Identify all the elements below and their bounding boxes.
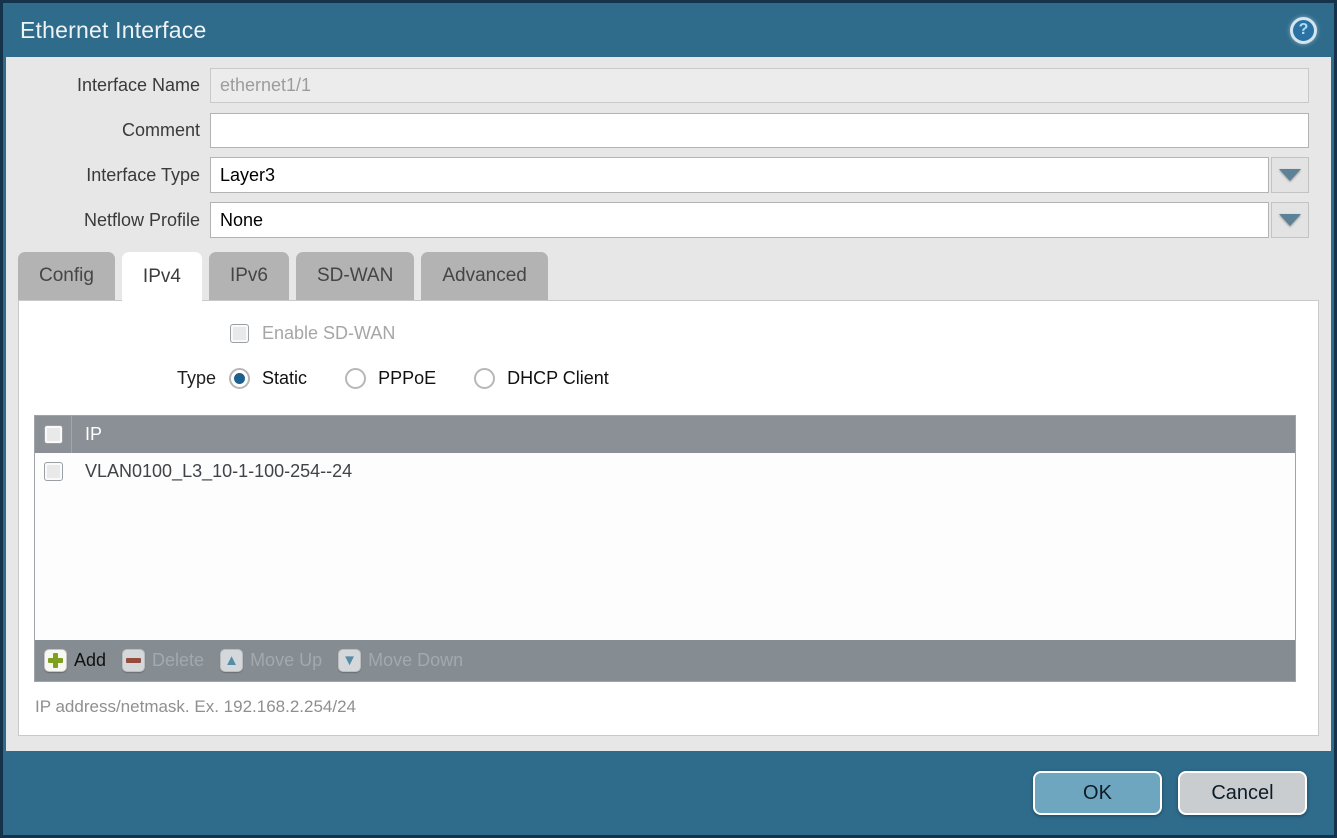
- plus-icon: [44, 649, 67, 672]
- interface-type-dropdown-button[interactable]: [1271, 157, 1309, 193]
- select-all-cell: [35, 416, 72, 453]
- table-toolbar: Add Delete ▲ Move Up ▼ Move Down: [35, 640, 1295, 681]
- radio-pppoe[interactable]: [345, 368, 366, 389]
- select-all-checkbox[interactable]: [44, 425, 63, 444]
- dialog-body: Interface Name Comment Interface Type La…: [6, 57, 1331, 751]
- tab-bar: Config IPv4 IPv6 SD-WAN Advanced: [18, 250, 1331, 300]
- ip-address-cell[interactable]: VLAN0100_L3_10-1-100-254--24: [72, 461, 352, 482]
- ip-address-table: IP VLAN0100_L3_10-1-100-254--24: [34, 415, 1296, 682]
- cancel-button[interactable]: Cancel: [1178, 771, 1307, 815]
- radio-dhcp-client[interactable]: [474, 368, 495, 389]
- interface-type-value[interactable]: Layer3: [210, 157, 1269, 193]
- row-checkbox[interactable]: [44, 462, 63, 481]
- help-icon[interactable]: ?: [1290, 17, 1317, 44]
- tab-ipv6[interactable]: IPv6: [209, 252, 289, 300]
- delete-button-label: Delete: [152, 650, 204, 671]
- ethernet-interface-dialog: Ethernet Interface ? Interface Name Comm…: [0, 0, 1337, 838]
- dialog-footer: OK Cancel: [6, 751, 1331, 835]
- arrow-up-icon: ▲: [220, 649, 243, 672]
- type-radio-group: Type Static PPPoE DHCP Client: [177, 368, 1318, 389]
- move-up-button-label: Move Up: [250, 650, 322, 671]
- row-checkbox-cell: [35, 462, 72, 481]
- netflow-profile-dropdown[interactable]: None: [210, 202, 1309, 238]
- ok-button[interactable]: OK: [1033, 771, 1162, 815]
- ip-table-header: IP: [35, 416, 1295, 453]
- table-row[interactable]: VLAN0100_L3_10-1-100-254--24: [35, 453, 1295, 489]
- enable-sdwan-label: Enable SD-WAN: [262, 323, 395, 344]
- chevron-down-icon: [1279, 169, 1301, 181]
- interface-type-label: Interface Type: [6, 165, 210, 186]
- netflow-profile-dropdown-button[interactable]: [1271, 202, 1309, 238]
- comment-row: Comment: [6, 112, 1331, 148]
- add-button[interactable]: Add: [44, 649, 106, 672]
- comment-label: Comment: [6, 120, 210, 141]
- ip-table-body: VLAN0100_L3_10-1-100-254--24: [35, 453, 1295, 640]
- dialog-title: Ethernet Interface: [20, 17, 206, 44]
- move-down-button-label: Move Down: [368, 650, 463, 671]
- dialog-frame: Ethernet Interface ? Interface Name Comm…: [3, 3, 1334, 835]
- enable-sdwan-row: Enable SD-WAN: [230, 323, 1318, 344]
- ipv4-tab-panel: Enable SD-WAN Type Static PPPoE DHCP Cli…: [18, 300, 1319, 736]
- interface-type-dropdown[interactable]: Layer3: [210, 157, 1309, 193]
- dialog-titlebar: Ethernet Interface ?: [6, 3, 1331, 57]
- tab-advanced[interactable]: Advanced: [421, 252, 548, 300]
- arrow-down-icon: ▼: [338, 649, 361, 672]
- delete-button[interactable]: Delete: [122, 649, 204, 672]
- chevron-down-icon: [1279, 214, 1301, 226]
- comment-field[interactable]: [210, 113, 1309, 148]
- tab-sdwan[interactable]: SD-WAN: [296, 252, 414, 300]
- netflow-profile-row: Netflow Profile None: [6, 202, 1331, 238]
- add-button-label: Add: [74, 650, 106, 671]
- move-down-button[interactable]: ▼ Move Down: [338, 649, 463, 672]
- interface-name-label: Interface Name: [6, 75, 210, 96]
- netflow-profile-value[interactable]: None: [210, 202, 1269, 238]
- radio-dhcp-client-label[interactable]: DHCP Client: [507, 368, 609, 389]
- radio-static[interactable]: [229, 368, 250, 389]
- tab-config[interactable]: Config: [18, 252, 115, 300]
- interface-name-field: [210, 68, 1309, 103]
- enable-sdwan-checkbox[interactable]: [230, 324, 249, 343]
- interface-type-row: Interface Type Layer3: [6, 157, 1331, 193]
- move-up-button[interactable]: ▲ Move Up: [220, 649, 322, 672]
- interface-name-row: Interface Name: [6, 67, 1331, 103]
- type-label: Type: [177, 368, 216, 389]
- ip-format-hint: IP address/netmask. Ex. 192.168.2.254/24: [35, 697, 1318, 717]
- tab-ipv4[interactable]: IPv4: [122, 252, 202, 302]
- minus-icon: [122, 649, 145, 672]
- netflow-profile-label: Netflow Profile: [6, 210, 210, 231]
- radio-pppoe-label[interactable]: PPPoE: [378, 368, 436, 389]
- ip-column-header: IP: [72, 416, 102, 453]
- radio-static-label[interactable]: Static: [262, 368, 307, 389]
